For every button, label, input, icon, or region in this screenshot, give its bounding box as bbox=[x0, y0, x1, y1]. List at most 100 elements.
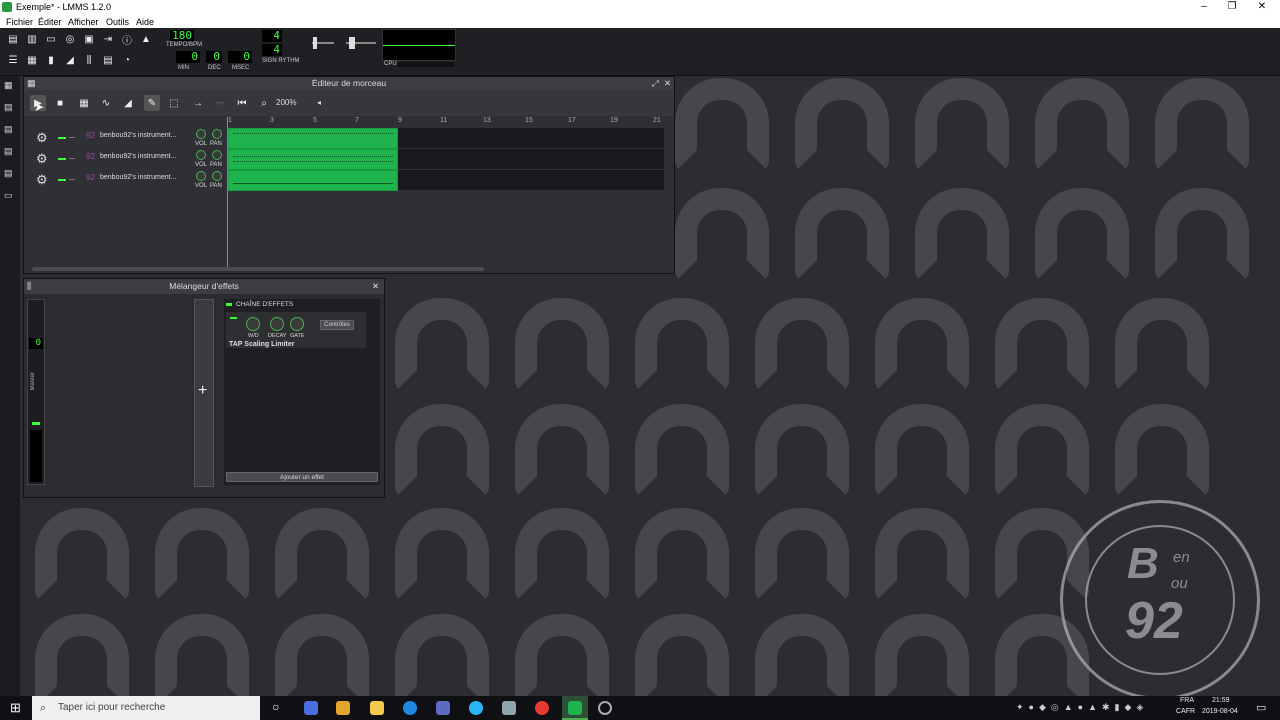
horizontal-scrollbar[interactable] bbox=[32, 267, 484, 271]
autoscroll-icon[interactable]: → bbox=[190, 95, 206, 111]
add-effect-button[interactable]: Ajouter un effet bbox=[226, 472, 378, 482]
windows-start-icon[interactable]: ⊞ bbox=[10, 700, 21, 716]
master-volume-handle[interactable] bbox=[313, 37, 317, 49]
info-icon[interactable]: ⓘ bbox=[119, 31, 135, 47]
loop-points-icon[interactable]: ⇿ bbox=[212, 95, 228, 111]
my-samples-icon[interactable]: ▤ bbox=[4, 102, 15, 113]
master-pitch-handle[interactable] bbox=[349, 37, 355, 49]
internet-explorer-icon[interactable] bbox=[469, 701, 483, 715]
menu-editer[interactable]: Éditer bbox=[38, 17, 62, 27]
pan-knob[interactable] bbox=[212, 150, 222, 160]
keyboard-layout[interactable]: CAFR bbox=[1176, 708, 1195, 715]
system-tray-icons[interactable]: ✦●◆◎▲●▲✱▮◆◈ bbox=[1016, 702, 1166, 714]
media-player-icon[interactable] bbox=[336, 701, 350, 715]
fader-handle[interactable] bbox=[32, 422, 40, 425]
menu-fichier[interactable]: Fichier bbox=[6, 17, 33, 27]
effect-slot[interactable]: W/D DECAY GATE Contrôles TAP Scaling Lim… bbox=[226, 312, 366, 348]
keyboard-language[interactable]: FRA bbox=[1180, 697, 1194, 704]
fx-mixer-titlebar[interactable]: ⫼ Mélangeur d'effets ✕ bbox=[24, 279, 384, 294]
add-automation-track-icon[interactable]: ◢ bbox=[120, 95, 136, 111]
mail-icon[interactable] bbox=[502, 701, 516, 715]
store-icon[interactable] bbox=[436, 701, 450, 715]
draw-mode-icon[interactable]: ✎ bbox=[144, 95, 160, 111]
maximize-icon[interactable]: ⤢ bbox=[652, 77, 659, 90]
master-channel-strip[interactable]: 0 Master bbox=[27, 299, 45, 485]
opera-browser-icon[interactable] bbox=[535, 701, 549, 715]
clock-date[interactable]: 2019-08-04 bbox=[1202, 708, 1238, 715]
edit-mode-icon[interactable]: ⬚ bbox=[166, 95, 182, 111]
song-editor-icon[interactable]: ☰ bbox=[5, 52, 21, 68]
obs-icon[interactable] bbox=[598, 701, 612, 715]
my-presets-icon[interactable]: ▤ bbox=[4, 124, 15, 135]
new-file-icon[interactable]: ▤ bbox=[5, 31, 21, 47]
track-name[interactable]: benbou92's instrument... bbox=[100, 132, 176, 139]
solo-led[interactable] bbox=[69, 137, 75, 138]
lmms-taskbar-button[interactable] bbox=[562, 696, 588, 720]
mute-led[interactable] bbox=[58, 179, 66, 181]
tempo-lcd[interactable]: 180 bbox=[170, 30, 194, 41]
effect-enable-led[interactable] bbox=[230, 317, 237, 319]
root-directory-icon[interactable]: ▤ bbox=[4, 168, 15, 179]
pan-knob[interactable] bbox=[212, 129, 222, 139]
open-folder-icon[interactable]: ▭ bbox=[43, 31, 59, 47]
song-editor-title[interactable]: ▦ Éditeur de morceau ⤢ ✕ bbox=[24, 77, 674, 90]
track-name[interactable]: benbou92's instrument... bbox=[100, 174, 176, 181]
gear-icon[interactable]: ⚙ bbox=[36, 151, 48, 167]
beat-editor-icon[interactable]: ▦ bbox=[24, 52, 40, 68]
notifications-icon[interactable]: ▭ bbox=[1256, 701, 1266, 714]
pan-knob[interactable] bbox=[212, 171, 222, 181]
effects-chain-led[interactable] bbox=[226, 303, 232, 306]
mute-led[interactable] bbox=[58, 137, 66, 139]
close-icon[interactable]: ✕ bbox=[664, 77, 671, 90]
taskbar-search-box[interactable]: ⌕ Taper ici pour recherche bbox=[32, 696, 260, 720]
close-icon[interactable]: ✕ bbox=[372, 279, 379, 294]
close-icon[interactable]: ✕ bbox=[1252, 1, 1272, 12]
piano-roll-icon[interactable]: ▮ bbox=[43, 52, 59, 68]
solo-led[interactable] bbox=[69, 158, 75, 159]
mute-led[interactable] bbox=[58, 158, 66, 160]
track-name[interactable]: benbou92's instrument... bbox=[100, 153, 176, 160]
minimize-icon[interactable]: – bbox=[1194, 1, 1214, 12]
cortana-icon[interactable]: ○ bbox=[272, 700, 279, 714]
decay-knob[interactable] bbox=[270, 317, 284, 331]
menu-afficher[interactable]: Afficher bbox=[68, 17, 98, 27]
controller-rack-icon[interactable]: ◔ bbox=[119, 52, 135, 68]
mixer-icon[interactable]: ⫼ bbox=[81, 52, 97, 68]
edge-browser-icon[interactable] bbox=[403, 701, 417, 715]
menu-outils[interactable]: Outils bbox=[106, 17, 129, 27]
computer-icon[interactable]: ▭ bbox=[4, 190, 15, 201]
file-explorer-icon[interactable] bbox=[370, 701, 384, 715]
automation-editor-icon[interactable]: ◢ bbox=[62, 52, 78, 68]
menu-aide[interactable]: Aide bbox=[136, 17, 154, 27]
gear-icon[interactable]: ⚙ bbox=[36, 130, 48, 146]
restore-icon[interactable]: ❐ bbox=[1222, 1, 1242, 12]
timeline-ruler[interactable]: 1 3 5 7 9 11 13 15 17 19 21 bbox=[228, 117, 668, 127]
new-from-template-icon[interactable]: ▥ bbox=[24, 31, 40, 47]
volume-knob[interactable] bbox=[196, 150, 206, 160]
export-icon[interactable]: ⇥ bbox=[100, 31, 116, 47]
add-sample-track-icon[interactable]: ∿ bbox=[98, 95, 114, 111]
metronome-icon[interactable]: ▲ bbox=[138, 31, 154, 47]
my-projects-icon[interactable]: ▦ bbox=[4, 80, 15, 91]
zoom-select[interactable]: 200% bbox=[276, 98, 296, 107]
save-icon[interactable]: ▣ bbox=[81, 31, 97, 47]
stop-icon[interactable]: ■ bbox=[52, 95, 68, 111]
gear-icon[interactable]: ⚙ bbox=[36, 172, 48, 188]
my-home-icon[interactable]: ▤ bbox=[4, 146, 15, 157]
recent-files-icon[interactable]: ◎ bbox=[62, 31, 78, 47]
gate-knob[interactable] bbox=[290, 317, 304, 331]
signature-num-lcd[interactable]: 4 bbox=[262, 30, 282, 42]
controls-button[interactable]: Contrôles bbox=[320, 320, 354, 330]
add-channel-button[interactable]: + bbox=[194, 299, 214, 487]
task-view-icon[interactable] bbox=[304, 701, 318, 715]
add-beat-track-icon[interactable]: ▦ bbox=[76, 95, 92, 111]
volume-knob[interactable] bbox=[196, 129, 206, 139]
zoom-dropdown-icon[interactable]: ◂ bbox=[317, 98, 321, 107]
volume-knob[interactable] bbox=[196, 171, 206, 181]
pattern-clip[interactable] bbox=[228, 170, 398, 191]
project-notes-icon[interactable]: ▤ bbox=[100, 52, 116, 68]
signature-den-lcd[interactable]: 4 bbox=[262, 44, 282, 56]
wd-knob[interactable] bbox=[246, 317, 260, 331]
pattern-clip[interactable] bbox=[228, 128, 398, 149]
pattern-clip[interactable] bbox=[228, 149, 398, 170]
